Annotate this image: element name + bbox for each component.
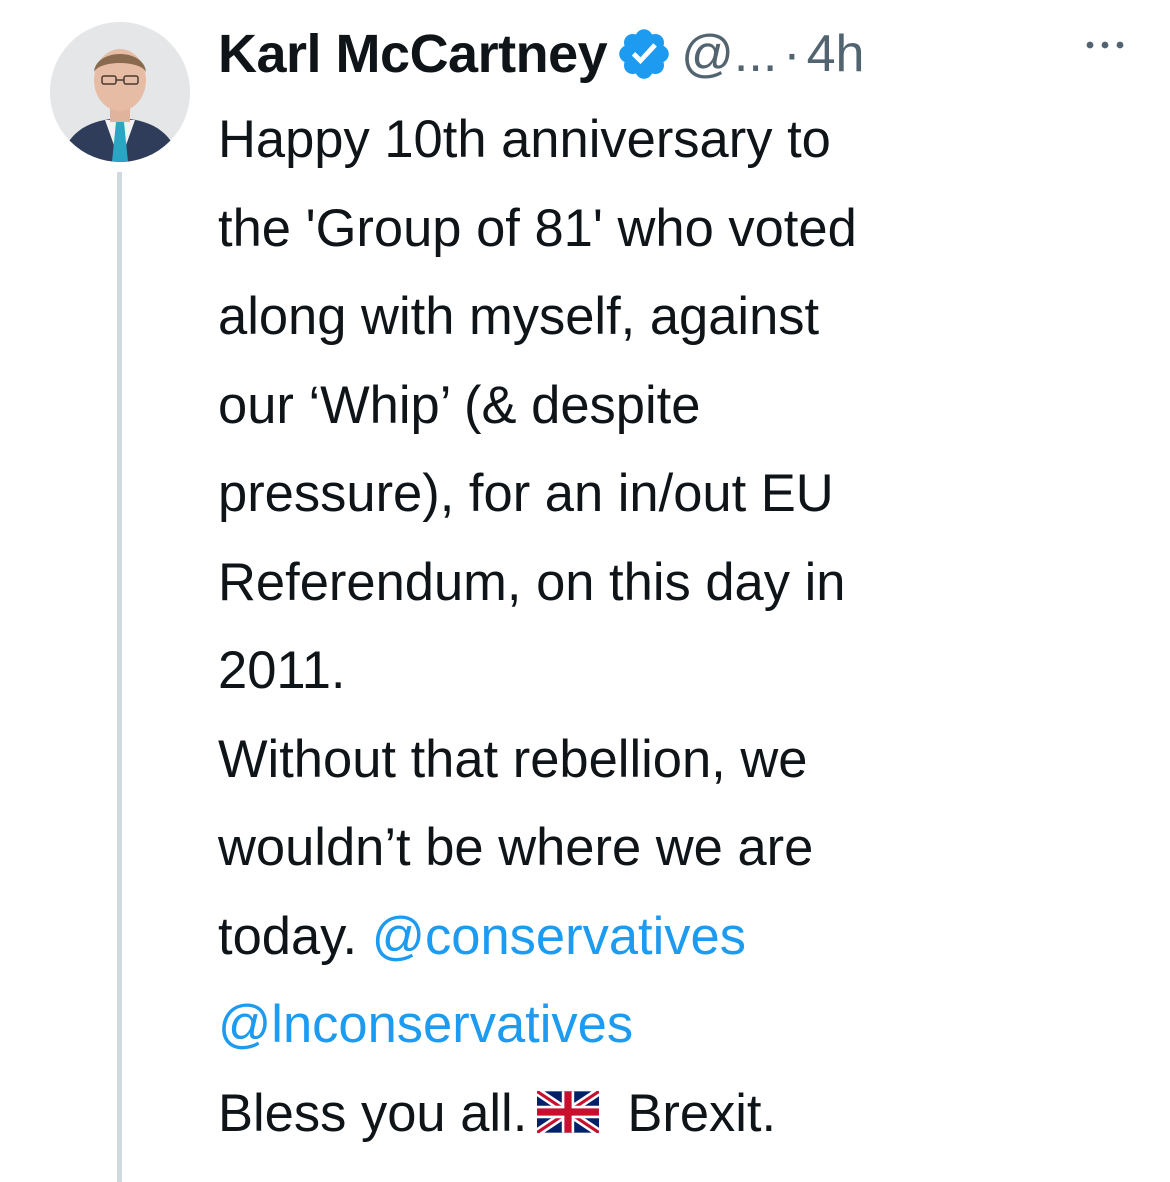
tweet-text-line: our ‘Whip’ (& despite [218,375,701,435]
tweet-text: Happy 10th anniversary to the 'Group of … [218,96,1138,1158]
tweet-text-line: pressure), for an in/out EU [218,464,834,523]
author-name[interactable]: Karl McCartney [218,23,608,85]
separator-dot: · [783,25,801,83]
tweet-text-line: Happy 10th anniversary to [218,110,831,169]
tweet-text-line: Bless you all. Brexit. [218,1070,1138,1159]
avatar-photo [50,22,190,162]
tweet-text-line: Without that rebellion, we [218,729,808,789]
mention-link[interactable]: @conservatives [372,907,746,966]
tweet-text-line: along with myself, against [218,287,820,346]
tweet-time[interactable]: 4h [807,24,865,84]
more-horizontal-icon[interactable] [1080,30,1130,60]
tweet-text-line: today. @conservatives [218,893,1138,982]
author-handle[interactable]: @... [681,24,777,84]
tweet-text-line: wouldn’t be where we are [218,818,814,877]
tweet-text-line: 2011. [218,641,346,700]
tweet-text-fragment: today. [218,906,372,966]
tweet-text-fragment: Bless you all. [218,1083,528,1143]
tweet-text-line: Referendum, on this day in [218,552,846,612]
avatar[interactable] [50,22,190,162]
thread-line [117,172,122,1182]
tweet-text-fragment: Brexit. [627,1083,777,1143]
tweet-text-line: the 'Group of 81' who voted [218,198,857,258]
tweet-text-line: @lnconservatives [218,981,1138,1070]
verified-badge-icon [615,25,673,83]
uk-flag-icon [535,1072,602,1136]
tweet[interactable]: Karl McCartney @... · 4h Happy 10th anni… [0,0,1170,1182]
mention-link[interactable]: @lnconservatives [218,995,633,1054]
tweet-header: Karl McCartney @... · 4h [218,14,864,94]
